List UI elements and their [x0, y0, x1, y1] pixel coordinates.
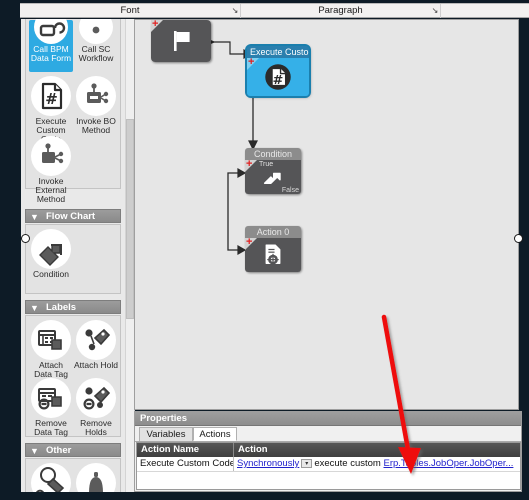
node-body: + [245, 237, 301, 272]
window-frame-bottom [0, 492, 529, 500]
workflow-icon [79, 19, 113, 44]
palette-group-flow-chart: Condition [25, 224, 121, 294]
custom-code-icon: # [31, 76, 71, 116]
other-item-1-icon [31, 463, 71, 492]
palette-item-label: Attach Data Tag [34, 360, 68, 379]
chevron-down-icon: ▼ [30, 446, 39, 456]
node-title: Execute Custom C [247, 46, 309, 58]
tab-variables[interactable]: Variables [139, 427, 193, 441]
palette-item-call-bpm-data-form[interactable]: Call BPM Data Form [29, 19, 73, 72]
ribbon-group-extra [441, 4, 529, 18]
canvas-resize-handle-right[interactable] [514, 234, 523, 243]
ribbon-group-font-label: Font [120, 5, 140, 16]
node-body: + # [247, 57, 309, 96]
palette-section-label: Flow Chart [46, 211, 96, 222]
canvas-node-start[interactable]: + [151, 20, 211, 62]
attach-hold-icon [76, 320, 116, 360]
palette-item-call-sc-workflow[interactable]: Call SC Workflow [74, 19, 118, 72]
other-item-2-icon [76, 463, 116, 492]
properties-tabs: Variables Actions [135, 427, 521, 442]
action-doc-icon [245, 238, 301, 272]
column-header-action-name[interactable]: Action Name [137, 443, 234, 457]
palette-item-condition[interactable]: Condition [29, 229, 73, 287]
attach-data-tag-icon [31, 320, 71, 360]
palette-item-label: Remove Holds [80, 418, 112, 437]
palette-item-execute-custom-code[interactable]: # Execute Custom Code [29, 76, 73, 144]
paragraph-dialog-launcher-icon[interactable]: ↘ [430, 6, 440, 16]
condition-icon [31, 229, 71, 269]
tool-palette: Call BPM Data Form Call SC Workflow # Ex… [21, 19, 126, 492]
palette-item-remove-holds[interactable]: Remove Holds [74, 378, 118, 437]
window-frame-right [521, 0, 529, 500]
node-body: + True False [245, 159, 301, 194]
chevron-down-icon: ▼ [30, 212, 39, 222]
actions-grid-header: Action Name Action [137, 443, 520, 457]
palette-scrollbar-thumb[interactable] [126, 119, 134, 319]
palette-section-labels[interactable]: ▼ Labels [25, 300, 121, 314]
palette-item-label: Call BPM Data Form [30, 44, 72, 63]
action-target-link[interactable]: Erp.Tables.JobOper.JobOper... [384, 458, 514, 469]
svg-text:#: # [45, 90, 58, 108]
palette-section-other[interactable]: ▼ Other [25, 443, 121, 457]
actions-grid[interactable]: Action Name Action Execute Custom Code 0… [136, 442, 521, 490]
palette-item-label: Invoke BO Method [76, 116, 116, 135]
table-row[interactable]: Execute Custom Code 0 Synchronously ▾ exec… [137, 457, 520, 472]
canvas-resize-handle-left[interactable] [21, 234, 30, 243]
properties-panel: Properties Variables Actions Action Name… [134, 411, 522, 492]
ribbon-group-paragraph: Paragraph [241, 4, 441, 18]
palette-group-labels: Attach Data Tag Attach Hold Remove Data … [25, 315, 121, 437]
column-header-action[interactable]: Action [234, 443, 521, 457]
chevron-down-icon[interactable]: ▾ [301, 458, 313, 468]
palette-item-label: Invoke External Method [35, 176, 67, 204]
palette-item-label: Attach Hold [74, 360, 118, 370]
node-body: + [151, 20, 211, 62]
palette-section-flow-chart[interactable]: ▼ Flow Chart [25, 209, 121, 223]
chevron-down-icon: ▼ [30, 303, 39, 313]
node-title: Action 0 [245, 226, 301, 238]
palette-item-attach-hold[interactable]: Attach Hold [74, 320, 118, 376]
palette-group-other [25, 458, 121, 492]
ribbon-bar: Font ↘ Paragraph ↘ [20, 3, 529, 18]
window-frame-left [0, 0, 20, 500]
palette-item-invoke-bo-method[interactable]: Invoke BO Method [74, 76, 118, 135]
palette-item-label: Remove Data Tag [34, 418, 68, 437]
font-dialog-launcher-icon[interactable]: ↘ [230, 6, 240, 16]
remove-holds-icon [76, 378, 116, 418]
workflow-canvas[interactable]: + Execute Custom C + [134, 19, 519, 410]
palette-section-label: Other [46, 445, 72, 456]
invoke-external-icon [31, 136, 71, 176]
action-mid-text: execute custom [314, 458, 381, 469]
tab-actions[interactable]: Actions [193, 427, 237, 441]
palette-item-invoke-external-method[interactable]: Invoke External Method [29, 136, 73, 204]
palette-item-label: Condition [33, 269, 69, 279]
tab-label: Variables [146, 429, 186, 440]
canvas-node-condition[interactable]: Condition + True False [245, 148, 301, 194]
canvas-node-execute-custom-code[interactable]: Execute Custom C + # [247, 46, 309, 96]
cell-action-name: Execute Custom Code 0 [137, 457, 234, 471]
node-title: Condition [245, 148, 301, 160]
ribbon-group-paragraph-label: Paragraph [318, 5, 363, 16]
palette-item-label: Call SC Workflow [78, 44, 114, 63]
condition-arrow-icon [245, 160, 301, 194]
palette-item-other-2[interactable] [74, 463, 118, 492]
palette-item-attach-data-tag[interactable]: Attach Data Tag [29, 320, 73, 379]
remove-data-tag-icon [31, 378, 71, 418]
canvas-node-action-0[interactable]: Action 0 + [245, 226, 301, 272]
flag-icon [151, 20, 211, 62]
palette-group-workflow: Call BPM Data Form Call SC Workflow # Ex… [25, 19, 121, 204]
ribbon-group-font: Font [20, 4, 241, 18]
svg-text:#: # [273, 73, 284, 88]
palette-section-label: Labels [46, 302, 77, 313]
palette-item-remove-data-tag[interactable]: Remove Data Tag [29, 378, 73, 437]
action-sync-link[interactable]: Synchronously [237, 458, 299, 469]
cell-action: Synchronously ▾ execute custom Erp.Tables.… [234, 457, 521, 471]
tab-label: Actions [199, 429, 231, 440]
palette-item-other-1[interactable] [29, 463, 73, 492]
application-window: Font ↘ Paragraph ↘ Call BPM Data Form Ca… [0, 0, 529, 500]
properties-panel-title: Properties [135, 412, 521, 426]
custom-code-icon: # [247, 58, 309, 96]
invoke-bo-icon [76, 76, 116, 116]
data-form-icon [34, 19, 68, 44]
